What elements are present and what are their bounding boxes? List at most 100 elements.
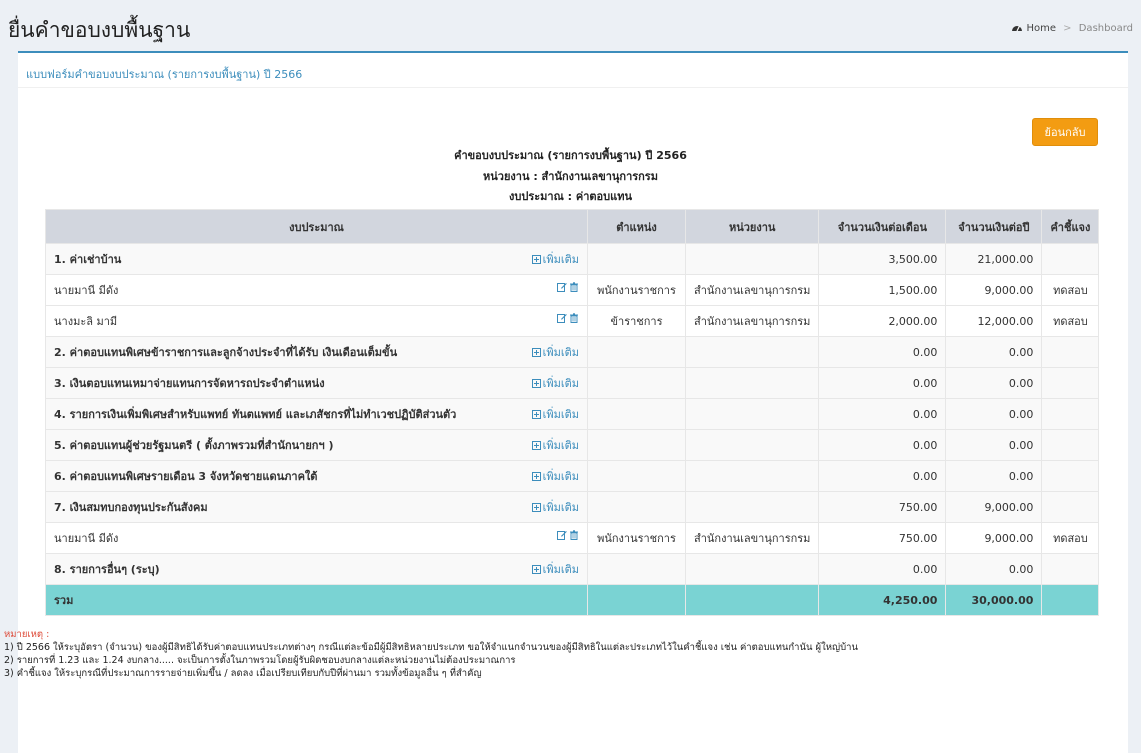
- row-position: พนักงานราชการ: [587, 522, 686, 554]
- row-monthly: 0.00: [818, 553, 947, 585]
- row-yearly: 0.00: [945, 367, 1043, 399]
- trash-icon[interactable]: [569, 313, 579, 323]
- add-more-button[interactable]: เพิ่มเติม: [531, 405, 579, 423]
- add-more-label: เพิ่มเติม: [542, 408, 579, 421]
- row-monthly: 750.00: [818, 491, 947, 523]
- breadcrumb: Home > Dashboard: [1011, 22, 1133, 34]
- trash-icon[interactable]: [569, 282, 579, 292]
- plus-square-icon: [531, 472, 541, 481]
- table-row-category: 5. ค่าตอบแทนผู้ช่วยรัฐมนตรี ( ตั้งภาพรวม…: [45, 429, 1100, 461]
- row-name: 7. เงินสมทบกองทุนประกันสังคม เพิ่มเติม: [45, 491, 588, 523]
- category-label: 8. รายการอื่นๆ (ระบุ): [54, 563, 160, 576]
- table-row-category: 3. เงินตอบแทนเหมาจ่ายแทนการจัดหารถประจำต…: [45, 367, 1100, 399]
- plus-square-icon: [531, 503, 541, 512]
- add-more-label: เพิ่มเติม: [542, 439, 579, 452]
- report-budget: งบประมาณ : ค่าตอบแทน: [509, 190, 632, 203]
- add-more-button[interactable]: เพิ่มเติม: [531, 374, 579, 392]
- table-row-total: รวม 4,250.00 30,000.00: [45, 584, 1100, 616]
- col-header-unit: หน่วยงาน: [684, 209, 820, 244]
- row-name: 3. เงินตอบแทนเหมาจ่ายแทนการจัดหารถประจำต…: [45, 367, 588, 399]
- row-monthly: 0.00: [818, 367, 947, 399]
- table-row-person: นายมานี มีดัง พนักงานราชการ สำนักงานเลขา…: [45, 274, 1100, 306]
- plus-square-icon: [531, 348, 541, 357]
- add-more-button[interactable]: เพิ่มเติม: [531, 250, 579, 268]
- row-note: [1041, 491, 1100, 523]
- row-note: [1041, 429, 1100, 461]
- row-unit: [684, 460, 820, 492]
- total-monthly: 4,250.00: [818, 584, 947, 616]
- edit-icon[interactable]: [557, 530, 567, 540]
- row-name: นางมะลิ มามี: [45, 305, 588, 337]
- row-yearly: 0.00: [945, 429, 1043, 461]
- table-row-person: นายมานี มีดัง พนักงานราชการ สำนักงานเลขา…: [45, 522, 1100, 554]
- table-row-person: นางมะลิ มามี ข้าราชการ สำนักงานเลขานุการ…: [45, 305, 1100, 337]
- add-more-button[interactable]: เพิ่มเติม: [531, 498, 579, 516]
- row-note: [1041, 553, 1100, 585]
- plus-square-icon: [531, 379, 541, 388]
- plus-square-icon: [531, 410, 541, 419]
- plus-square-icon: [531, 255, 541, 264]
- person-name: นายมานี มีดัง: [54, 532, 119, 545]
- remark-line: 3) คำชี้แจง ให้ระบุกรณีที่ประมาณการรายจ่…: [4, 668, 482, 679]
- report-unit: หน่วยงาน : สำนักงานเลขานุการกรม: [483, 170, 658, 183]
- table-row-category: 2. ค่าตอบแทนพิเศษข้าราชการและลูกจ้างประจ…: [45, 336, 1100, 368]
- remark-line: 1) ปี 2566 ให้ระบุอัตรา (จำนวน) ของผู้มี…: [4, 642, 858, 653]
- add-more-button[interactable]: เพิ่มเติม: [531, 436, 579, 454]
- category-label: 1. ค่าเช่าบ้าน: [54, 253, 122, 266]
- page-title: ยื่นคำขอบงบพื้นฐาน: [8, 18, 191, 42]
- add-more-button[interactable]: เพิ่มเติม: [531, 467, 579, 485]
- row-note: ทดสอบ: [1041, 522, 1100, 554]
- row-unit: สำนักงานเลขานุการกรม: [684, 274, 820, 306]
- card-divider: [18, 87, 1128, 88]
- row-position: [587, 243, 686, 275]
- row-name: นายมานี มีดัง: [45, 522, 588, 554]
- row-unit: [684, 429, 820, 461]
- budget-table: งบประมาณ ตำแหน่ง หน่วยงาน จำนวนเงินต่อเด…: [45, 209, 1100, 616]
- top-bar: ยื่นคำขอบงบพื้นฐาน Home > Dashboard: [0, 0, 1141, 50]
- add-more-label: เพิ่มเติม: [542, 501, 579, 514]
- table-row-category: 8. รายการอื่นๆ (ระบุ) เพิ่มเติม 0.00 0.00: [45, 553, 1100, 585]
- row-name: 5. ค่าตอบแทนผู้ช่วยรัฐมนตรี ( ตั้งภาพรวม…: [45, 429, 588, 461]
- row-position: [587, 398, 686, 430]
- table-header-row: งบประมาณ ตำแหน่ง หน่วยงาน จำนวนเงินต่อเด…: [45, 209, 1100, 244]
- row-monthly: 0.00: [818, 336, 947, 368]
- row-unit: สำนักงานเลขานุการกรม: [684, 522, 820, 554]
- row-note: ทดสอบ: [1041, 274, 1100, 306]
- row-yearly: 9,000.00: [945, 522, 1043, 554]
- edit-icon[interactable]: [557, 313, 567, 323]
- add-more-button[interactable]: เพิ่มเติม: [531, 560, 579, 578]
- row-note: [1041, 367, 1100, 399]
- row-name: 2. ค่าตอบแทนพิเศษข้าราชการและลูกจ้างประจ…: [45, 336, 588, 368]
- row-note: [1041, 243, 1100, 275]
- col-header-budget: งบประมาณ: [45, 209, 588, 244]
- table-row-category: 4. รายการเงินเพิ่มพิเศษสำหรับแพทย์ ทันตแ…: [45, 398, 1100, 430]
- edit-icon[interactable]: [557, 282, 567, 292]
- row-monthly: 0.00: [818, 460, 947, 492]
- category-label: 3. เงินตอบแทนเหมาจ่ายแทนการจัดหารถประจำต…: [54, 377, 325, 390]
- row-yearly: 9,000.00: [945, 274, 1043, 306]
- plus-square-icon: [531, 565, 541, 574]
- row-name: 8. รายการอื่นๆ (ระบุ) เพิ่มเติม: [45, 553, 588, 585]
- row-yearly: 0.00: [945, 460, 1043, 492]
- total-position: [587, 584, 686, 616]
- row-position: [587, 429, 686, 461]
- category-label: 2. ค่าตอบแทนพิเศษข้าราชการและลูกจ้างประจ…: [54, 346, 398, 359]
- row-yearly: 0.00: [945, 398, 1043, 430]
- report-title: คำขอบงบประมาณ (รายการงบพื้นฐาน) ปี 2566: [454, 149, 687, 162]
- row-position: พนักงานราชการ: [587, 274, 686, 306]
- add-more-label: เพิ่มเติม: [542, 563, 579, 576]
- person-name: นายมานี มีดัง: [54, 284, 119, 297]
- row-note: ทดสอบ: [1041, 305, 1100, 337]
- add-more-button[interactable]: เพิ่มเติม: [531, 343, 579, 361]
- trash-icon[interactable]: [569, 530, 579, 540]
- col-header-note: คำชี้แจง: [1041, 209, 1100, 244]
- breadcrumb-home-label: Home: [1026, 23, 1056, 34]
- row-monthly: 0.00: [818, 398, 947, 430]
- add-more-label: เพิ่มเติม: [542, 346, 579, 359]
- add-more-label: เพิ่มเติม: [542, 470, 579, 483]
- back-button[interactable]: ย้อนกลับ: [1032, 118, 1098, 146]
- table-row-category: 1. ค่าเช่าบ้าน เพิ่มเติม 3,500.00 21,000.…: [45, 243, 1100, 275]
- table-row-category: 6. ค่าตอบแทนพิเศษรายเดือน 3 จังหวัดชายแด…: [45, 460, 1100, 492]
- breadcrumb-home[interactable]: Home: [1011, 23, 1059, 34]
- row-yearly: 9,000.00: [945, 491, 1043, 523]
